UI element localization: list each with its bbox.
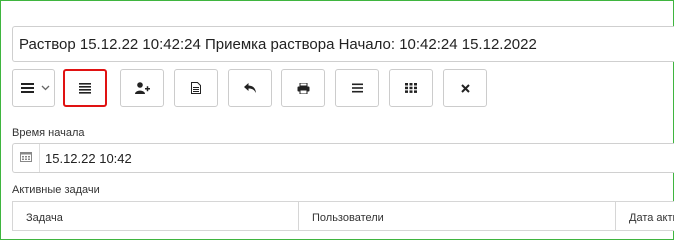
- list-view-button[interactable]: [335, 69, 379, 107]
- list-icon: [351, 83, 363, 93]
- details-view-button[interactable]: [63, 69, 107, 107]
- grid-view-button[interactable]: [389, 69, 433, 107]
- list-details-icon: [78, 82, 92, 94]
- document-title: Раствор 15.12.22 10:42:24 Приемка раство…: [19, 36, 537, 53]
- close-button[interactable]: [443, 69, 487, 107]
- add-user-button[interactable]: [120, 69, 164, 107]
- column-header-task[interactable]: Задача: [26, 212, 63, 224]
- menu-dropdown-button[interactable]: [12, 69, 55, 107]
- reply-button[interactable]: [228, 69, 272, 107]
- document-button[interactable]: [174, 69, 218, 107]
- column-header-activation-date[interactable]: Дата акти: [629, 212, 674, 224]
- document-icon: [191, 82, 201, 94]
- start-time-field[interactable]: 15.12.22 10:42: [12, 143, 674, 173]
- hamburger-icon: [21, 82, 35, 94]
- column-divider[interactable]: [615, 202, 616, 230]
- grid-icon: [405, 83, 417, 93]
- active-tasks-label: Активные задачи: [12, 184, 100, 196]
- calendar-button[interactable]: [13, 144, 40, 172]
- calendar-icon: [20, 149, 32, 167]
- close-icon: [460, 83, 470, 93]
- reply-icon: [244, 83, 256, 93]
- print-button[interactable]: [281, 69, 325, 107]
- column-header-users[interactable]: Пользователи: [312, 212, 384, 224]
- print-icon: [297, 82, 310, 94]
- add-user-icon: [134, 82, 150, 94]
- start-time-label: Время начала: [12, 127, 85, 139]
- start-time-value: 15.12.22 10:42: [45, 151, 132, 166]
- tasks-table-header: Задача Пользователи Дата акти: [12, 201, 674, 231]
- column-divider[interactable]: [298, 202, 299, 230]
- chevron-down-icon: [41, 85, 50, 91]
